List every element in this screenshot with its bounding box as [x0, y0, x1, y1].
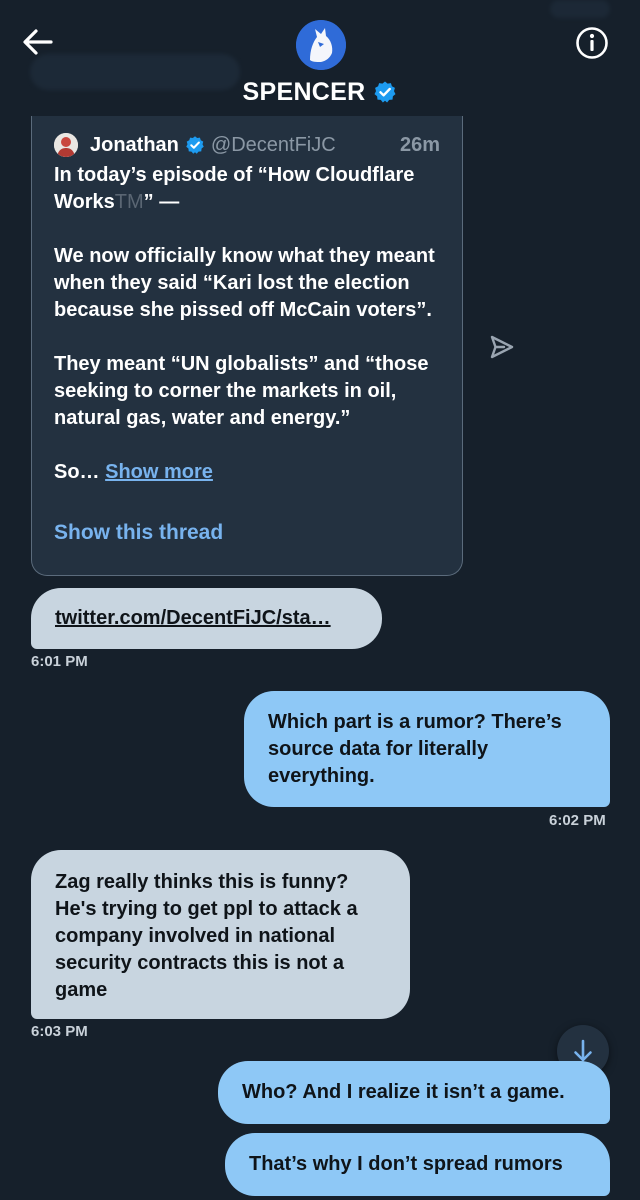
show-thread-link[interactable]: Show this thread	[54, 521, 223, 545]
contact-name: SPENCER	[242, 77, 366, 106]
blurred-overlay	[550, 0, 610, 18]
author-handle: @DecentFiJC	[210, 133, 336, 156]
message-bubble-incoming[interactable]: Zag really thinks this is funny? He's tr…	[31, 850, 410, 1019]
person-avatar-icon	[54, 133, 78, 157]
message-link[interactable]: twitter.com/DecentFiJC/sta…	[55, 607, 331, 629]
message-timestamp: 6:03 PM	[31, 1023, 88, 1040]
author-name: Jonathan	[90, 133, 179, 156]
message-timestamp: 6:01 PM	[31, 653, 88, 670]
quote-paragraph: So… Show more	[54, 459, 449, 486]
message-timestamp: 6:02 PM	[549, 812, 606, 829]
message-bubble-incoming[interactable]: twitter.com/DecentFiJC/sta…	[31, 588, 382, 649]
contact-name-row[interactable]: SPENCER	[0, 75, 640, 109]
wolf-avatar-icon	[296, 20, 346, 70]
conversation-info-button[interactable]	[573, 24, 611, 62]
share-button[interactable]	[488, 333, 516, 361]
quote-truncated-text: So…	[54, 461, 106, 483]
quote-line: In today’s episode of “How Cloudflare Wo…	[54, 164, 415, 213]
message-bubble-outgoing[interactable]: Who? And I realize it isn’t a game.	[218, 1061, 610, 1124]
quote-line-end: ” —	[143, 191, 180, 213]
quote-paragraph: In today’s episode of “How Cloudflare Wo…	[54, 162, 449, 216]
verified-badge-icon	[374, 81, 396, 103]
info-icon	[576, 27, 608, 59]
conversation-header: SPENCER	[0, 0, 640, 115]
quoted-tweet-text: In today’s episode of “How Cloudflare Wo…	[54, 162, 449, 513]
quote-paragraph: They meant “UN globalists” and “those se…	[54, 353, 429, 429]
message-bubble-outgoing[interactable]: Which part is a rumor? There’s source da…	[244, 691, 610, 807]
arrow-left-icon	[23, 29, 53, 55]
show-more-link[interactable]: Show more	[105, 461, 213, 483]
trademark-mark: TM	[114, 191, 144, 213]
quoted-tweet-card[interactable]: Jonathan @DecentFiJC 26m In today’s epis…	[31, 116, 463, 576]
avatar[interactable]	[296, 20, 346, 70]
author-avatar[interactable]	[54, 133, 78, 157]
back-button[interactable]	[18, 24, 58, 60]
send-icon	[490, 335, 514, 359]
quote-paragraph: We now officially know what they meant w…	[54, 245, 435, 321]
message-bubble-outgoing[interactable]: That’s why I don’t spread rumors	[225, 1133, 610, 1196]
post-time: 26m	[399, 133, 440, 156]
quoted-tweet-header: Jonathan @DecentFiJC 26m	[54, 131, 440, 159]
verified-badge-icon	[186, 136, 204, 154]
